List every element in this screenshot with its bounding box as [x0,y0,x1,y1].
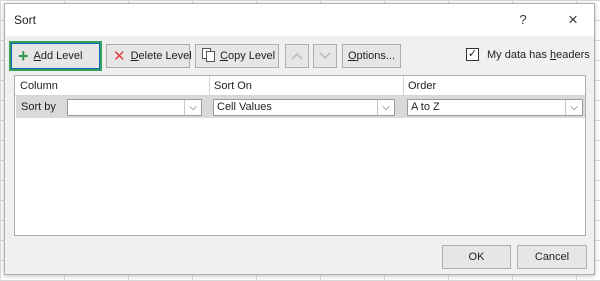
chevron-down-icon[interactable]: ⌵ [377,100,394,115]
title-bar: Sort ? × [5,4,594,36]
headers-checkbox-group[interactable]: ✓ My data has headers [466,48,590,61]
sort-on-select[interactable]: Cell Values ⌵ [213,99,395,116]
sort-on-select-value: Cell Values [217,101,272,113]
cancel-button[interactable]: Cancel [517,245,587,269]
ok-button[interactable]: OK [442,245,511,269]
sort-dialog: Sort ? × + Add Level ✕ Delete Level Copy… [4,3,595,275]
sort-levels-grid: Column Sort On Order Sort by ⌵ Cell Valu… [14,75,586,236]
header-divider [209,76,210,95]
order-select[interactable]: A to Z ⌵ [407,99,583,116]
order-header: Order [408,80,437,92]
sort-by-label: Sort by [21,101,56,113]
options-button[interactable]: Options... [342,44,401,68]
options-label: Options... [347,50,396,62]
order-select-value: A to Z [411,101,440,113]
column-select[interactable]: ⌵ [67,99,202,116]
sort-level-row[interactable]: Sort by ⌵ Cell Values ⌵ A to Z ⌵ [16,96,585,118]
move-up-button[interactable] [285,44,309,68]
delete-level-label: Delete Level [130,50,192,62]
copy-level-button[interactable]: Copy Level [195,44,279,68]
plus-icon: + [18,45,29,66]
headers-checkbox[interactable]: ✓ [466,48,479,61]
headers-checkbox-label: My data has headers [487,48,590,61]
chevron-down-icon[interactable]: ⌵ [184,100,201,115]
chevron-down-icon [319,52,331,59]
close-button[interactable]: × [561,9,585,31]
chevron-up-icon [291,53,303,60]
chevron-down-icon[interactable]: ⌵ [565,100,582,115]
move-down-button[interactable] [313,44,337,68]
sort-on-header: Sort On [214,80,252,92]
delete-x-icon: ✕ [113,47,126,65]
header-divider [403,76,404,95]
help-button[interactable]: ? [511,9,535,31]
copy-level-label: Copy Level [220,50,276,62]
grid-header: Column Sort On Order [15,76,585,96]
add-level-button[interactable]: + Add Level [9,41,102,71]
dialog-title: Sort [14,13,37,27]
column-header: Column [20,80,58,92]
add-level-label: Add Level [33,50,83,62]
copy-icon [202,47,215,65]
delete-level-button[interactable]: ✕ Delete Level [106,44,192,68]
